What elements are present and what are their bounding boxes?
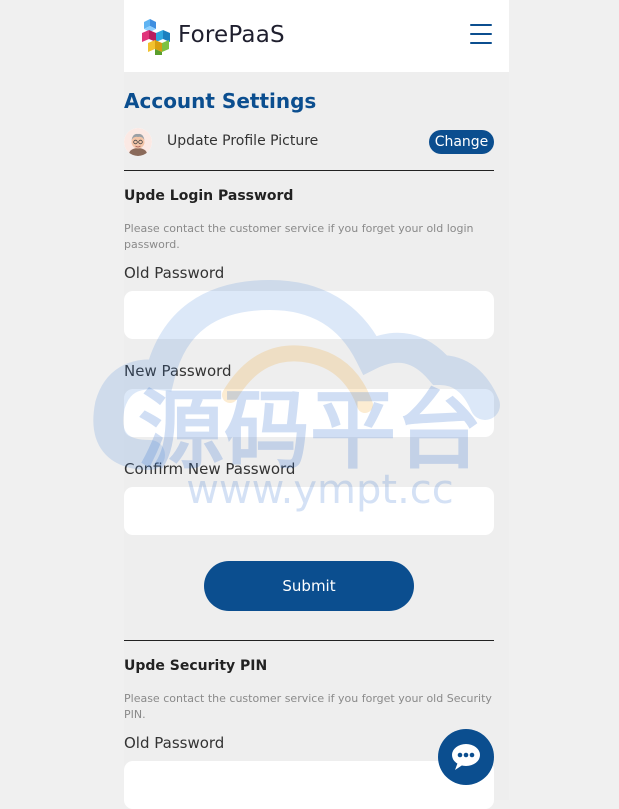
confirm-password-label: Confirm New Password <box>124 460 296 478</box>
new-password-label: New Password <box>124 362 232 380</box>
security-pin-hint: Please contact the customer service if y… <box>124 692 492 721</box>
forepaas-logo-icon[interactable] <box>142 17 174 55</box>
change-picture-button[interactable]: Change <box>429 130 494 154</box>
header: ForePaaS <box>124 0 509 72</box>
login-password-section-title: Upde Login Password <box>124 188 294 204</box>
divider <box>124 170 494 171</box>
confirm-password-input[interactable] <box>124 487 494 535</box>
hamburger-menu-icon[interactable] <box>470 24 492 44</box>
update-profile-picture-label: Update Profile Picture <box>167 133 319 149</box>
brand-name: ForePaaS <box>178 22 285 48</box>
security-pin-section-title: Upde Security PIN <box>124 658 268 674</box>
new-password-input[interactable] <box>124 389 494 437</box>
avatar-icon[interactable] <box>124 128 152 156</box>
old-password-label: Old Password <box>124 264 225 282</box>
page-title: Account Settings <box>124 89 317 113</box>
divider <box>124 640 494 641</box>
login-password-hint: Please contact the customer service if y… <box>124 222 474 251</box>
submit-button[interactable]: Submit <box>204 561 414 611</box>
chat-bubble-icon[interactable] <box>438 729 494 785</box>
pin-old-password-label: Old Password <box>124 734 225 752</box>
old-password-input[interactable] <box>124 291 494 339</box>
